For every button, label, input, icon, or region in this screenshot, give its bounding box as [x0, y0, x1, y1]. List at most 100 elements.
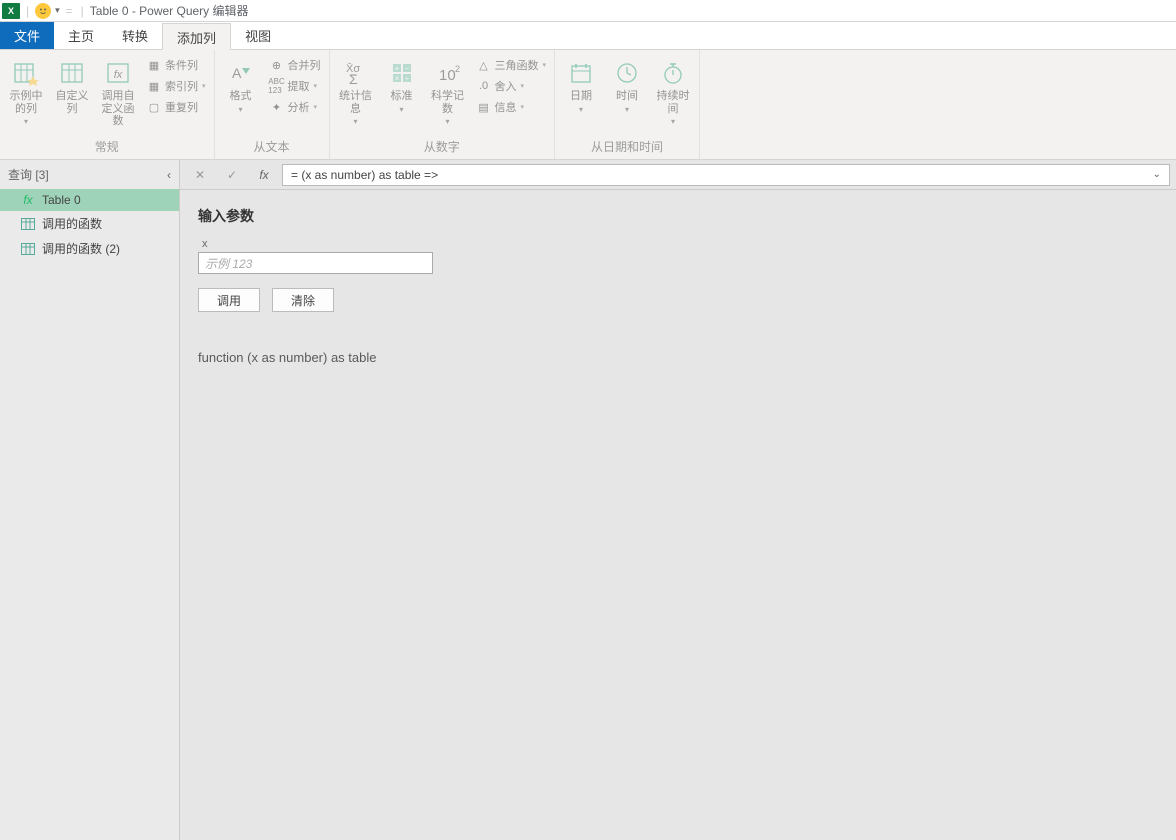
- tab-home[interactable]: 主页: [54, 22, 108, 49]
- query-item-label: Table 0: [42, 193, 81, 207]
- tab-view[interactable]: 视图: [231, 22, 285, 49]
- info-button[interactable]: ▤信息▾: [474, 98, 549, 116]
- round-icon: .0: [476, 78, 492, 94]
- svg-text:÷: ÷: [404, 74, 409, 83]
- statistics-button[interactable]: X̄σΣ 统计信息 ▾: [336, 54, 376, 126]
- formula-input[interactable]: = (x as number) as table => ⌄: [282, 164, 1170, 186]
- round-button[interactable]: .0舍入▾: [474, 77, 549, 95]
- chevron-down-icon: ▾: [202, 82, 206, 90]
- group-label-datetime: 从日期和时间: [561, 136, 693, 157]
- ribbon-group-number: X̄σΣ 统计信息 ▾ +−×÷ 标准 ▾ 102 科学记数 ▾ △三角函数▾ …: [330, 50, 556, 159]
- invoke-button[interactable]: 调用: [198, 288, 260, 312]
- window-title: Table 0 - Power Query 编辑器: [90, 2, 249, 19]
- trig-button[interactable]: △三角函数▾: [474, 56, 549, 74]
- tab-addcolumn[interactable]: 添加列: [162, 23, 231, 50]
- time-button[interactable]: 时间 ▾: [607, 54, 647, 114]
- function-signature: function (x as number) as table: [198, 350, 1158, 365]
- standard-button[interactable]: +−×÷ 标准 ▾: [382, 54, 422, 114]
- title-sep: =: [66, 4, 73, 18]
- calendar-icon: [566, 58, 596, 88]
- parse-button[interactable]: ✦分析▾: [267, 98, 323, 116]
- svg-text:×: ×: [394, 74, 399, 83]
- svg-text:−: −: [404, 64, 409, 73]
- fx-query-icon: fx: [20, 193, 36, 207]
- duration-button[interactable]: 持续时间 ▾: [653, 54, 693, 126]
- chevron-down-icon: ▾: [239, 105, 243, 114]
- table-query-icon: [20, 242, 36, 256]
- queries-pane-header: 查询 [3] ‹: [0, 160, 179, 189]
- chevron-down-icon: ▾: [579, 105, 583, 114]
- conditional-column-button[interactable]: ▦条件列: [144, 56, 208, 74]
- chevron-down-icon: ▾: [625, 105, 629, 114]
- svg-text:+: +: [394, 64, 399, 73]
- queries-count-label: 查询 [3]: [8, 166, 49, 183]
- clear-button[interactable]: 清除: [272, 288, 334, 312]
- fx-icon: fx: [103, 58, 133, 88]
- query-item-table0[interactable]: fx Table 0: [0, 189, 179, 211]
- scientific-button[interactable]: 102 科学记数 ▾: [428, 54, 468, 126]
- merge-columns-button[interactable]: ⊕合并列: [267, 56, 323, 74]
- workspace: 查询 [3] ‹ fx Table 0 调用的函数 调用的函数 (2) ✕ ✓ …: [0, 160, 1176, 840]
- conditional-icon: ▦: [146, 57, 162, 73]
- formula-expand-icon[interactable]: ⌄: [1153, 169, 1161, 180]
- trig-icon: △: [476, 57, 492, 73]
- group-label-general: 常规: [6, 136, 208, 157]
- formula-confirm-button[interactable]: ✓: [218, 164, 246, 186]
- smiley-icon[interactable]: [35, 3, 51, 19]
- tab-transform[interactable]: 转换: [108, 22, 162, 49]
- ribbon-group-text: A 格式 ▾ ⊕合并列 ABC123提取▾ ✦分析▾ 从文本: [215, 50, 330, 159]
- formula-cancel-button[interactable]: ✕: [186, 164, 214, 186]
- function-invoke-panel: 输入参数 x 示例 123 调用 清除 function (x as numbe…: [180, 190, 1176, 381]
- main-area: ✕ ✓ fx = (x as number) as table => ⌄ 输入参…: [180, 160, 1176, 840]
- chevron-down-icon: ▾: [400, 105, 404, 114]
- query-item-invoked1[interactable]: 调用的函数: [0, 211, 179, 236]
- clock-icon: [612, 58, 642, 88]
- table-icon: [57, 58, 87, 88]
- ribbon: 示例中的列 ▾ 自定义列 fx 调用自定义函数 ▦条件列 ▦索引列▾ ▢重复列 …: [0, 50, 1176, 160]
- exponent-icon: 102: [433, 58, 463, 88]
- info-icon: ▤: [476, 99, 492, 115]
- column-from-examples-button[interactable]: 示例中的列 ▾: [6, 54, 46, 126]
- duplicate-column-button[interactable]: ▢重复列: [144, 98, 208, 116]
- chevron-down-icon: ▾: [521, 103, 525, 111]
- queries-pane: 查询 [3] ‹ fx Table 0 调用的函数 调用的函数 (2): [0, 160, 180, 840]
- invoke-custom-function-button[interactable]: fx 调用自定义函数: [98, 54, 138, 128]
- collapse-pane-icon[interactable]: ‹: [167, 168, 171, 182]
- calc-icon: +−× ÷: [387, 58, 417, 88]
- query-item-invoked2[interactable]: 调用的函数 (2): [0, 236, 179, 261]
- format-icon: A: [226, 58, 256, 88]
- extract-button[interactable]: ABC123提取▾: [267, 77, 323, 95]
- date-button[interactable]: 日期 ▾: [561, 54, 601, 114]
- param-input[interactable]: 示例 123: [198, 252, 433, 274]
- custom-column-button[interactable]: 自定义列: [52, 54, 92, 115]
- duplicate-icon: ▢: [146, 99, 162, 115]
- chevron-down-icon: ▾: [354, 117, 358, 126]
- excel-icon: X: [2, 3, 20, 19]
- sigma-icon: X̄σΣ: [341, 58, 371, 88]
- ribbon-tabs: 文件 主页 转换 添加列 视图: [0, 22, 1176, 50]
- index-column-button[interactable]: ▦索引列▾: [144, 77, 208, 95]
- svg-text:Σ: Σ: [349, 71, 358, 86]
- chevron-down-icon: ▾: [314, 82, 318, 90]
- chevron-down-icon: ▾: [521, 82, 525, 90]
- param-label: x: [202, 238, 1158, 250]
- parse-icon: ✦: [269, 99, 285, 115]
- formula-bar: ✕ ✓ fx = (x as number) as table => ⌄: [180, 160, 1176, 190]
- query-item-label: 调用的函数: [42, 215, 102, 232]
- vertical-sep: |: [26, 4, 29, 18]
- ribbon-group-general: 示例中的列 ▾ 自定义列 fx 调用自定义函数 ▦条件列 ▦索引列▾ ▢重复列 …: [0, 50, 215, 159]
- tab-file[interactable]: 文件: [0, 22, 54, 49]
- merge-icon: ⊕: [269, 57, 285, 73]
- group-label-number: 从数字: [336, 136, 549, 157]
- svg-text:10: 10: [439, 67, 456, 84]
- svg-text:fx: fx: [114, 69, 123, 81]
- format-button[interactable]: A 格式 ▾: [221, 54, 261, 114]
- index-icon: ▦: [146, 78, 162, 94]
- chevron-down-icon: ▾: [543, 61, 547, 69]
- qat-dropdown-icon[interactable]: ▾: [55, 5, 60, 16]
- group-label-text: 从文本: [221, 136, 323, 157]
- chevron-down-icon: ▾: [24, 117, 28, 126]
- table-star-icon: [11, 58, 41, 88]
- query-item-label: 调用的函数 (2): [42, 240, 120, 257]
- table-query-icon: [20, 217, 36, 231]
